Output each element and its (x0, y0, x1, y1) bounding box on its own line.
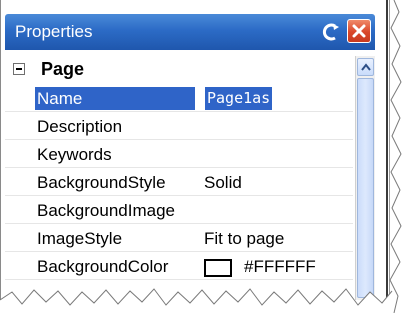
torn-edge-effect (0, 0, 408, 313)
